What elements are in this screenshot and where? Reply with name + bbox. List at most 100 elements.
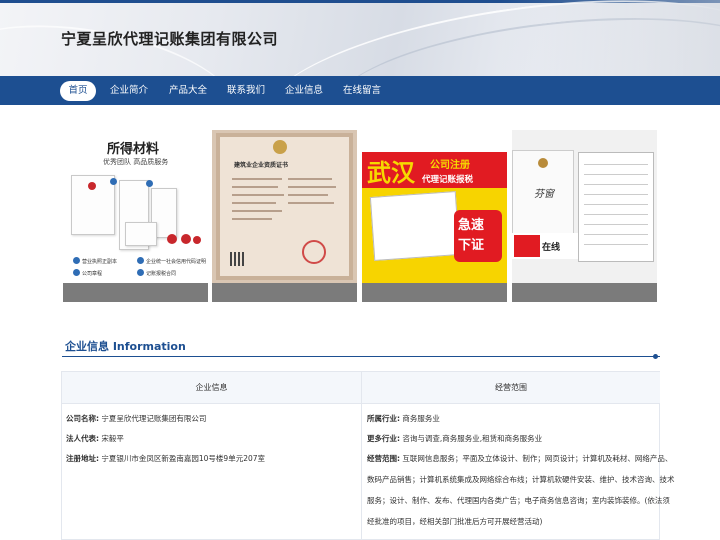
signature-text: 芬窗 bbox=[534, 189, 554, 200]
nav-item-message[interactable]: 在线留言 bbox=[337, 81, 387, 101]
nav-item-about[interactable]: 企业简介 bbox=[104, 81, 154, 101]
scope-line: 经批准的项目，经相关部门批准后方可开展经营活动) bbox=[367, 517, 543, 526]
qr-code-icon bbox=[230, 252, 244, 266]
ad-city-text: 武汉 bbox=[367, 159, 415, 187]
legend-item: 记账报税合同 bbox=[146, 271, 177, 277]
table-line bbox=[584, 244, 648, 245]
site-title[interactable]: 宁夏呈欣代理记账集团有限公司 bbox=[61, 28, 278, 49]
card-caption-bar[interactable] bbox=[512, 283, 657, 302]
text-line bbox=[232, 210, 282, 212]
registration-ad-image[interactable]: 武汉 公司注册 代理记账报税 急速 下证 bbox=[362, 130, 507, 283]
legal-rep-row: 法人代表: 宋毅平 bbox=[66, 433, 124, 444]
card-caption-bar[interactable] bbox=[362, 283, 507, 302]
brand-logo-icon bbox=[514, 235, 540, 257]
gallery-card[interactable]: 武汉 公司注册 代理记账报税 急速 下证 bbox=[362, 130, 507, 302]
national-emblem-icon bbox=[273, 140, 287, 154]
company-name-value: 宁夏呈欣代理记账集团有限公司 bbox=[101, 414, 207, 423]
main-nav: 首页 企业简介 产品大全 联系我们 企业信息 在线留言 bbox=[0, 76, 720, 105]
ad-service-text: 公司注册 bbox=[430, 160, 470, 171]
trademark-image[interactable]: 芬窗 在线 bbox=[512, 130, 657, 283]
legal-rep-value: 宋毅平 bbox=[101, 434, 124, 443]
ad-badge-text: 急速 bbox=[458, 218, 485, 233]
gallery-card[interactable]: 建筑业企业资质证书 bbox=[212, 130, 357, 302]
emblem-icon bbox=[538, 158, 548, 168]
legal-rep-label: 法人代表: bbox=[66, 434, 99, 443]
number-badge-icon bbox=[137, 269, 144, 276]
scope-line: 数码产品销售；计算机系统集成及网络综合布线；计算机软硬件安装、维护、技术咨询、技… bbox=[367, 475, 675, 484]
number-badge-icon bbox=[110, 178, 117, 185]
card-caption-bar[interactable] bbox=[212, 283, 357, 302]
nav-item-contact[interactable]: 联系我们 bbox=[221, 81, 271, 101]
gallery-card[interactable]: 所得材料 优秀团队 高品质服务 营业执照正副本 企业统一社会信用代码证明 公司章… bbox=[63, 130, 208, 302]
table-line bbox=[584, 234, 648, 235]
legend-item: 企业统一社会信用代码证明 bbox=[146, 259, 207, 265]
address-row: 注册地址: 宁夏银川市金凤区新盈南嘉园10号楼9单元207室 bbox=[66, 453, 265, 464]
seal-icon bbox=[181, 234, 191, 244]
seal-icon bbox=[193, 236, 201, 244]
section-title: 企业信息 Information bbox=[65, 340, 186, 353]
industry-value: 商务服务业 bbox=[402, 414, 440, 423]
legend-item: 公司章程 bbox=[82, 271, 103, 277]
license-document bbox=[369, 191, 461, 261]
site-header: 宁夏呈欣代理记账集团有限公司 bbox=[0, 0, 720, 76]
industry-row: 所属行业: 商务服务业 bbox=[367, 413, 440, 424]
table-line bbox=[584, 204, 648, 205]
section-divider bbox=[62, 356, 660, 357]
ad-service-text: 代理记账报税 bbox=[422, 175, 474, 185]
materials-subtitle: 优秀团队 高品质服务 bbox=[103, 158, 169, 166]
number-badge-icon bbox=[73, 269, 80, 276]
card-caption-bar[interactable] bbox=[63, 283, 208, 302]
scope-line: 互联网信息服务；平面及立体设计、制作；网页设计；计算机及耗材、网络产品、 bbox=[402, 454, 673, 463]
certificate-heading: 建筑业企业资质证书 bbox=[234, 162, 289, 169]
divider-dot-icon bbox=[653, 354, 658, 359]
materials-image[interactable]: 所得材料 优秀团队 高品质服务 营业执照正副本 企业统一社会信用代码证明 公司章… bbox=[63, 130, 208, 283]
table-line bbox=[584, 164, 648, 165]
table-line bbox=[584, 194, 648, 195]
emblem-icon bbox=[88, 182, 96, 190]
company-info-table: 企业信息 经营范围 公司名称: 宁夏呈欣代理记账集团有限公司 法人代表: 宋毅平… bbox=[61, 371, 675, 540]
table-line bbox=[584, 184, 648, 185]
text-line bbox=[288, 178, 332, 180]
text-line bbox=[288, 194, 328, 196]
scope-line: 服务；设计、制作、发布、代理国内各类广告；电子商务信息咨询；室内装饰装修。(依法… bbox=[367, 496, 670, 505]
text-line bbox=[232, 194, 284, 196]
text-line bbox=[232, 178, 282, 180]
company-name-label: 公司名称: bbox=[66, 414, 99, 423]
nav-item-home[interactable]: 首页 bbox=[60, 81, 96, 101]
product-gallery: 所得材料 优秀团队 高品质服务 营业执照正副本 企业统一社会信用代码证明 公司章… bbox=[63, 130, 657, 302]
document-page bbox=[125, 222, 157, 246]
materials-title: 所得材料 bbox=[107, 142, 160, 157]
text-line bbox=[232, 218, 272, 220]
logo-text: 在线 bbox=[542, 243, 561, 253]
address-value: 宁夏银川市金凤区新盈南嘉园10号楼9单元207室 bbox=[101, 454, 266, 463]
legend-item: 营业执照正副本 bbox=[82, 259, 118, 265]
certificate-image[interactable]: 建筑业企业资质证书 bbox=[212, 130, 357, 283]
gallery-card[interactable]: 芬窗 在线 bbox=[512, 130, 657, 302]
number-badge-icon bbox=[146, 180, 153, 187]
industry-label: 所属行业: bbox=[367, 414, 400, 423]
more-industry-label: 更多行业: bbox=[367, 434, 400, 443]
more-industry-value: 咨询与调查,商务服务业,租赁和商务服务业 bbox=[402, 434, 543, 443]
table-header-company-info: 企业信息 bbox=[62, 372, 361, 404]
scope-row: 经营范围: 互联网信息服务；平面及立体设计、制作；网页设计；计算机及耗材、网络产… bbox=[367, 453, 672, 464]
table-header-business-scope: 经营范围 bbox=[362, 372, 660, 404]
nav-item-products[interactable]: 产品大全 bbox=[163, 81, 213, 101]
text-line bbox=[288, 202, 334, 204]
number-badge-icon bbox=[73, 257, 80, 264]
text-line bbox=[232, 186, 278, 188]
company-name-row: 公司名称: 宁夏呈欣代理记账集团有限公司 bbox=[66, 413, 206, 424]
text-line bbox=[232, 202, 276, 204]
address-label: 注册地址: bbox=[66, 454, 99, 463]
document-page bbox=[578, 152, 654, 262]
table-line bbox=[584, 214, 648, 215]
table-line bbox=[584, 224, 648, 225]
table-line bbox=[584, 174, 648, 175]
official-seal-icon bbox=[302, 240, 326, 264]
text-line bbox=[288, 186, 336, 188]
nav-item-company-info[interactable]: 企业信息 bbox=[279, 81, 329, 101]
column-divider bbox=[361, 372, 362, 540]
ad-badge-text: 下证 bbox=[458, 238, 485, 253]
scope-label: 经营范围: bbox=[367, 454, 400, 463]
more-industry-row: 更多行业: 咨询与调查,商务服务业,租赁和商务服务业 bbox=[367, 433, 542, 444]
header-decoration bbox=[500, 0, 720, 76]
